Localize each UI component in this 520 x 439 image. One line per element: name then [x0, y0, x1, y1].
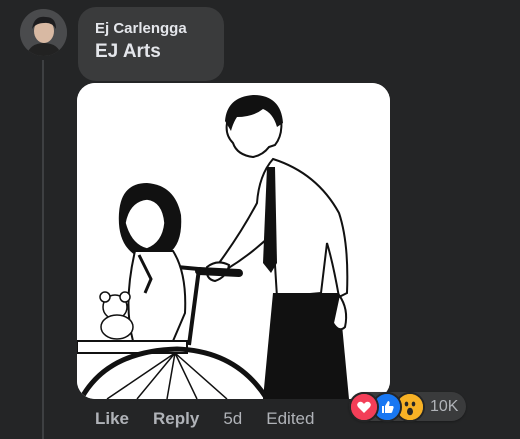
comment-image[interactable] [77, 83, 390, 399]
like-button[interactable]: Like [95, 408, 129, 430]
thread-line [42, 60, 44, 439]
reply-button[interactable]: Reply [153, 408, 199, 430]
comment-actions: Like Reply 5d Edited [95, 408, 338, 430]
reaction-count: 10K [430, 397, 459, 415]
comment-bubble: Ej Carlengga EJ Arts [78, 7, 224, 81]
manga-illustration [77, 83, 390, 399]
comment-time[interactable]: 5d [223, 408, 242, 430]
avatar-image [20, 9, 67, 56]
heart-icon [349, 391, 379, 422]
comment-text: EJ Arts [95, 41, 161, 62]
reactions-summary[interactable]: 10K [349, 391, 467, 422]
avatar[interactable] [20, 9, 67, 56]
comment-author[interactable]: Ej Carlengga [95, 19, 209, 39]
edited-label: Edited [266, 409, 315, 428]
